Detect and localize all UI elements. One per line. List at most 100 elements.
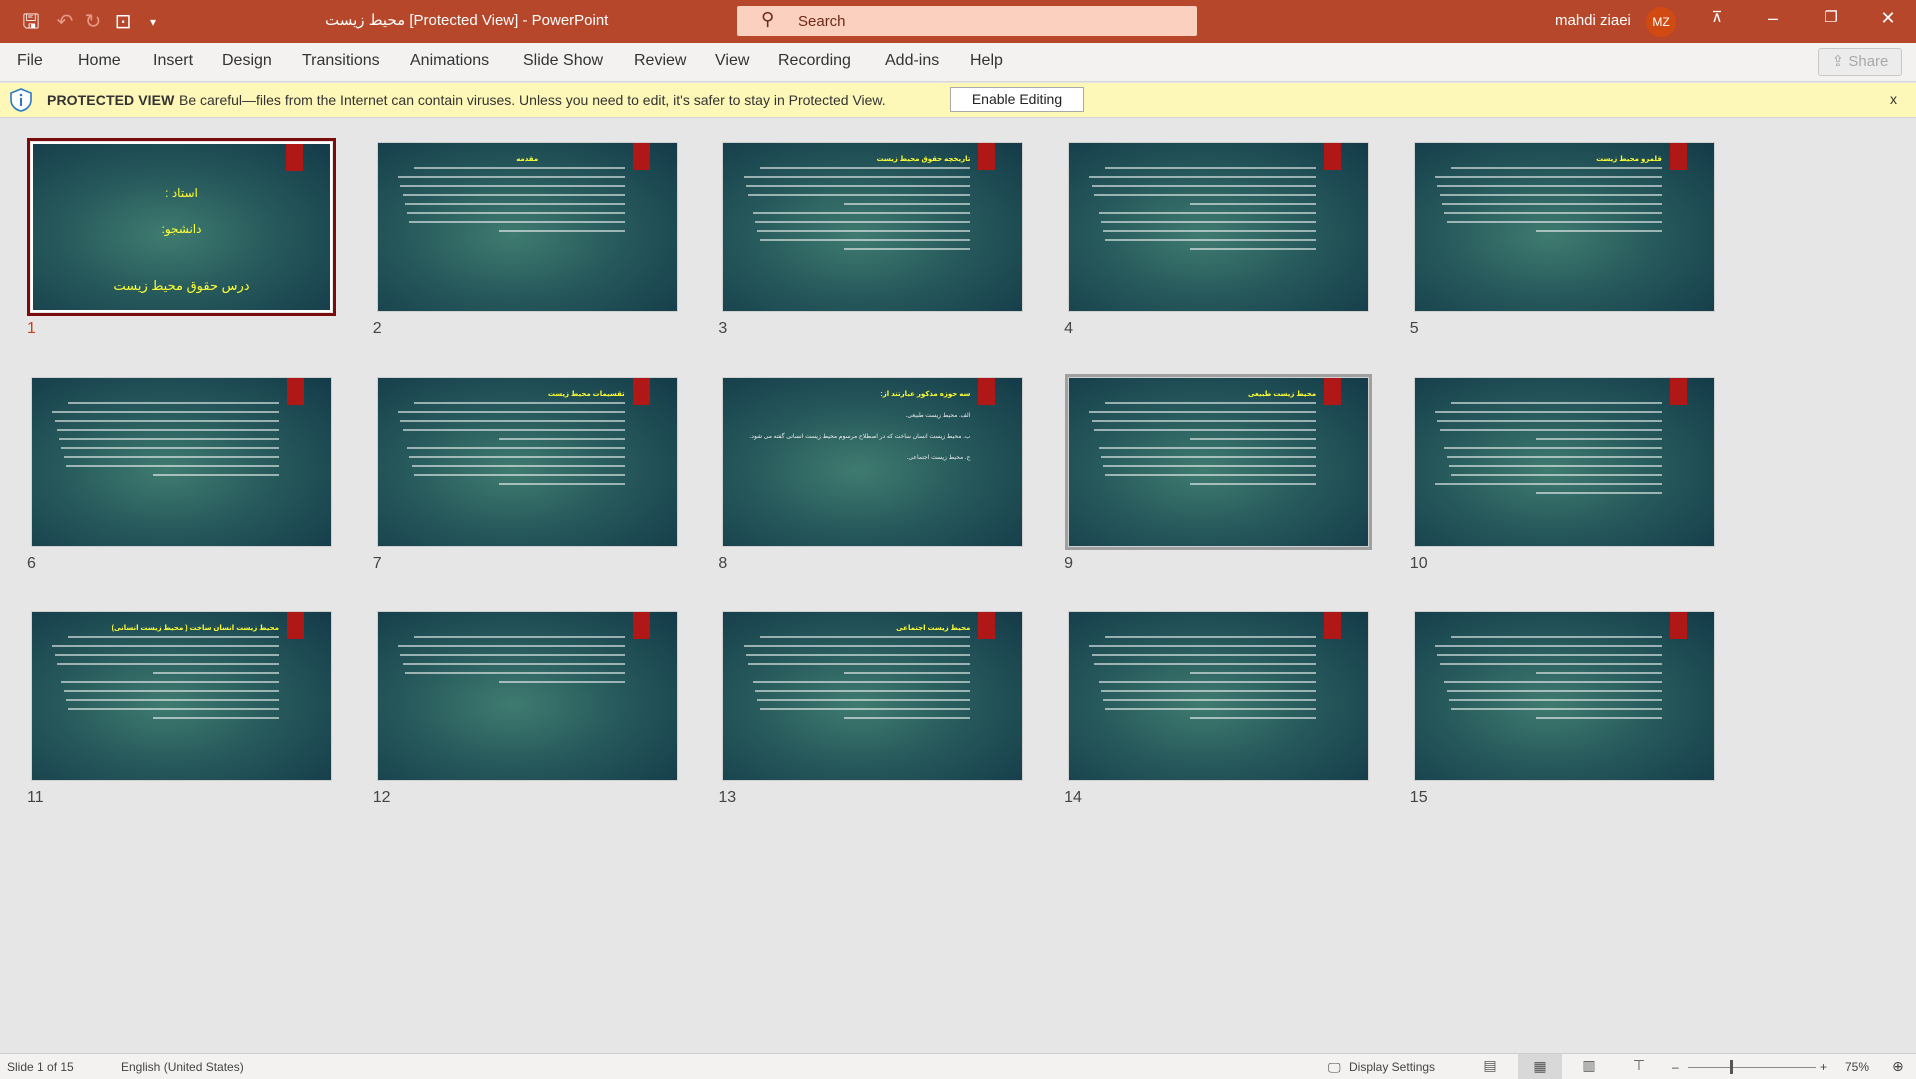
slide-title: سه حوزه مذکور عبارتند از: bbox=[880, 390, 971, 398]
slide-accent-bar bbox=[287, 612, 304, 640]
zoom-slider[interactable] bbox=[1688, 1067, 1816, 1068]
text-line bbox=[68, 401, 279, 404]
text-line bbox=[66, 464, 279, 467]
text-line bbox=[745, 185, 971, 187]
ribbon-display-icon[interactable]: ⊼ bbox=[1702, 8, 1732, 26]
customize-toolbar-icon[interactable]: ▾ bbox=[140, 9, 166, 35]
tab-help[interactable]: Help bbox=[970, 52, 1003, 70]
text-line bbox=[153, 717, 279, 720]
text-line bbox=[757, 230, 971, 232]
slide-body bbox=[396, 636, 625, 690]
slide-body bbox=[741, 167, 971, 257]
text-line bbox=[745, 654, 971, 657]
zoom-out-button[interactable]: – bbox=[1672, 1060, 1679, 1074]
slide-thumbnail-11[interactable]: محیط زیست انسان ساخت ( محیط زیست انسانی) bbox=[31, 611, 332, 782]
slide-number: 13 bbox=[718, 789, 737, 807]
slide-number: 11 bbox=[27, 789, 44, 807]
slide-thumbnail-7[interactable]: تقسیمات محیط زیست bbox=[376, 376, 678, 547]
text-line bbox=[1190, 248, 1317, 250]
slide-thumbnail-5[interactable]: قلمرو محیط زیست bbox=[1413, 142, 1715, 312]
slide-thumbnail-10[interactable] bbox=[1413, 376, 1715, 547]
slide-accent-bar bbox=[1669, 377, 1687, 405]
slide-number: 4 bbox=[1064, 320, 1073, 337]
tab-transitions[interactable]: Transitions bbox=[302, 52, 380, 70]
close-message-bar-button[interactable]: x bbox=[1890, 91, 1897, 107]
slide-thumbnail-15[interactable] bbox=[1413, 611, 1715, 782]
text-line bbox=[1091, 654, 1317, 657]
text-line bbox=[1190, 717, 1317, 720]
slide-thumbnail-12[interactable] bbox=[376, 611, 678, 782]
slide-sorter-view-icon[interactable]: ▦ bbox=[1518, 1054, 1562, 1079]
text-line bbox=[407, 212, 625, 214]
zoom-in-button[interactable]: + bbox=[1820, 1060, 1827, 1074]
slide-thumbnail-6[interactable] bbox=[31, 376, 332, 547]
fit-to-window-icon[interactable]: ⊕ bbox=[1892, 1058, 1904, 1075]
tab-home[interactable]: Home bbox=[78, 52, 121, 70]
close-icon[interactable]: ✕ bbox=[1873, 8, 1903, 29]
slide-title: قلمرو محیط زیست bbox=[1596, 156, 1662, 163]
slide-thumbnail-4[interactable] bbox=[1068, 142, 1370, 312]
tab-file[interactable]: File bbox=[17, 52, 43, 70]
slide-thumbnail-3[interactable]: تاریخچه حقوق محیط زیست bbox=[722, 142, 1024, 312]
zoom-slider-thumb[interactable] bbox=[1730, 1060, 1733, 1074]
slide-number: 5 bbox=[1409, 320, 1419, 337]
text-line bbox=[1535, 437, 1662, 440]
display-settings-button[interactable]: Display Settings bbox=[1349, 1060, 1435, 1074]
text-line bbox=[1451, 167, 1662, 169]
text-line bbox=[759, 167, 971, 169]
avatar[interactable]: MZ bbox=[1646, 7, 1676, 37]
reading-view-icon[interactable]: ▥ bbox=[1578, 1057, 1600, 1077]
text-line bbox=[1435, 410, 1662, 413]
text-line bbox=[1448, 464, 1662, 467]
text-line bbox=[755, 221, 971, 223]
enable-editing-button[interactable]: Enable Editing bbox=[950, 87, 1084, 112]
undo-icon[interactable]: ↶ bbox=[52, 9, 78, 35]
tab-view[interactable]: View bbox=[715, 52, 749, 70]
search-box[interactable]: ⚲ Search bbox=[737, 6, 1197, 36]
slide-accent-bar bbox=[1324, 377, 1342, 405]
text-line bbox=[1535, 717, 1662, 720]
slide-accent-bar bbox=[287, 377, 304, 405]
text-line bbox=[1451, 473, 1662, 476]
text-line bbox=[402, 428, 625, 431]
text-line bbox=[1446, 690, 1662, 693]
text-line bbox=[400, 419, 625, 422]
status-bar: Slide 1 of 15 English (United States) 🖵 … bbox=[0, 1053, 1916, 1079]
zoom-level[interactable]: 75% bbox=[1845, 1060, 1869, 1074]
restore-icon[interactable]: ❐ bbox=[1816, 8, 1846, 26]
tab-recording[interactable]: Recording bbox=[778, 52, 851, 70]
slide-body bbox=[1087, 636, 1317, 726]
display-settings-icon[interactable]: 🖵 bbox=[1328, 1060, 1341, 1076]
slide-thumbnail-8[interactable]: سه حوزه مذکور عبارتند از: الف. محیط زیست … bbox=[722, 376, 1024, 547]
slide-thumbnail-13[interactable]: محیط زیست اجتماعی bbox=[722, 611, 1024, 782]
tab-slide-show[interactable]: Slide Show bbox=[523, 52, 603, 70]
tab-insert[interactable]: Insert bbox=[153, 52, 193, 70]
redo-icon[interactable]: ↻ bbox=[80, 9, 106, 35]
slide-thumbnail-2[interactable]: مقدمه bbox=[376, 142, 678, 312]
share-button[interactable]: ⇪ Share bbox=[1818, 48, 1902, 76]
text-line bbox=[1437, 419, 1662, 422]
slide-thumbnail-14[interactable] bbox=[1068, 611, 1370, 782]
tab-design[interactable]: Design bbox=[222, 52, 272, 70]
present-from-beginning-icon[interactable]: ⊡ bbox=[110, 9, 136, 35]
slide-body bbox=[1433, 636, 1662, 726]
text-line bbox=[153, 473, 279, 476]
save-icon[interactable]: 🖫 bbox=[18, 9, 44, 35]
text-line bbox=[409, 455, 625, 458]
normal-view-icon[interactable]: ▤ bbox=[1479, 1057, 1501, 1077]
minimize-icon[interactable]: – bbox=[1758, 8, 1788, 29]
tab-review[interactable]: Review bbox=[634, 52, 686, 70]
slide-body bbox=[50, 401, 279, 483]
text-line bbox=[63, 690, 279, 693]
text-line bbox=[1444, 681, 1662, 684]
slide-thumbnail-9[interactable]: محیط زیست طبیعی bbox=[1065, 373, 1373, 550]
slide-show-icon[interactable]: ⊤ bbox=[1628, 1057, 1650, 1077]
user-name[interactable]: mahdi ziaei bbox=[1555, 12, 1631, 29]
tab-animations[interactable]: Animations bbox=[410, 52, 489, 70]
tab-add-ins[interactable]: Add-ins bbox=[885, 52, 939, 70]
language-indicator[interactable]: English (United States) bbox=[121, 1060, 244, 1074]
document-title: محیط زیست [Protected View] - PowerPoint bbox=[325, 12, 609, 29]
slide-thumbnail-1[interactable]: استاد : دانشجو: درس حقوق محیط زیست bbox=[27, 138, 336, 316]
title-bar: 🖫 ↶ ↻ ⊡ ▾ محیط زیست [Protected View] - P… bbox=[0, 0, 1916, 43]
slide-title: محیط زیست اجتماعی bbox=[896, 625, 971, 633]
